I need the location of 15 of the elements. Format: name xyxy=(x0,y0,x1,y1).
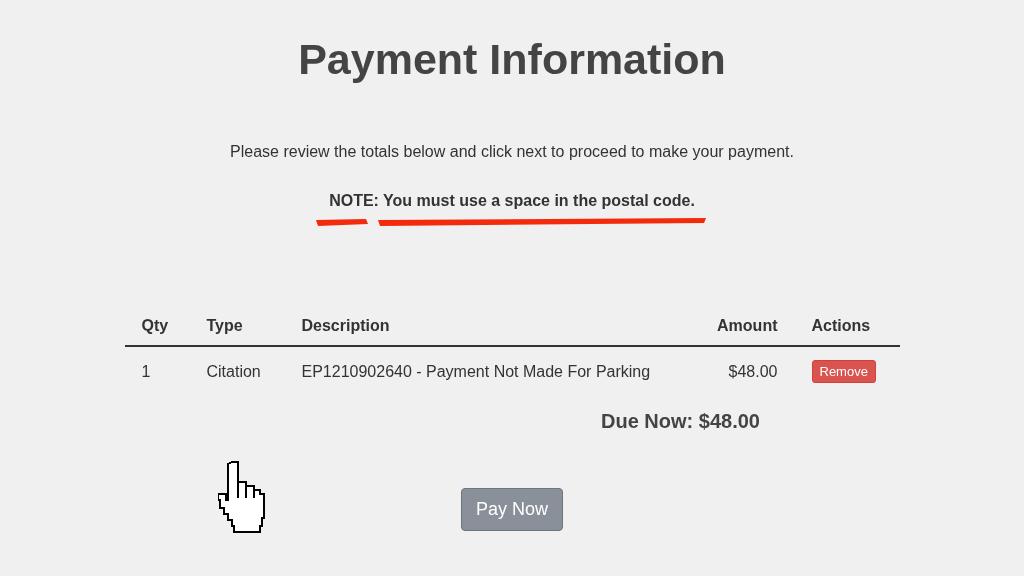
table-cell: Citation xyxy=(206,362,261,380)
column-header: Description xyxy=(301,317,390,334)
page-title: Payment Information xyxy=(298,34,726,84)
column-header: Amount xyxy=(717,317,778,334)
instruction-text: Please review the totals below and click next to proceed to make your payment. xyxy=(230,142,794,162)
table-cell: EP1210902640 - Payment Not Made For Parking xyxy=(301,362,651,380)
due-now-total: Due Now: $48.00 xyxy=(601,410,760,433)
postal-code-note: NOTE: You must use a space in the postal code. xyxy=(329,191,695,211)
table-cell: $48.00 xyxy=(728,362,778,380)
column-header: Actions xyxy=(811,317,871,334)
table-cell: 1 xyxy=(141,362,151,380)
column-header: Qty xyxy=(141,317,169,334)
remove-button[interactable]: Remove xyxy=(811,360,876,383)
pay-now-button[interactable]: Pay Now xyxy=(461,488,563,531)
column-header: Type xyxy=(206,317,243,334)
